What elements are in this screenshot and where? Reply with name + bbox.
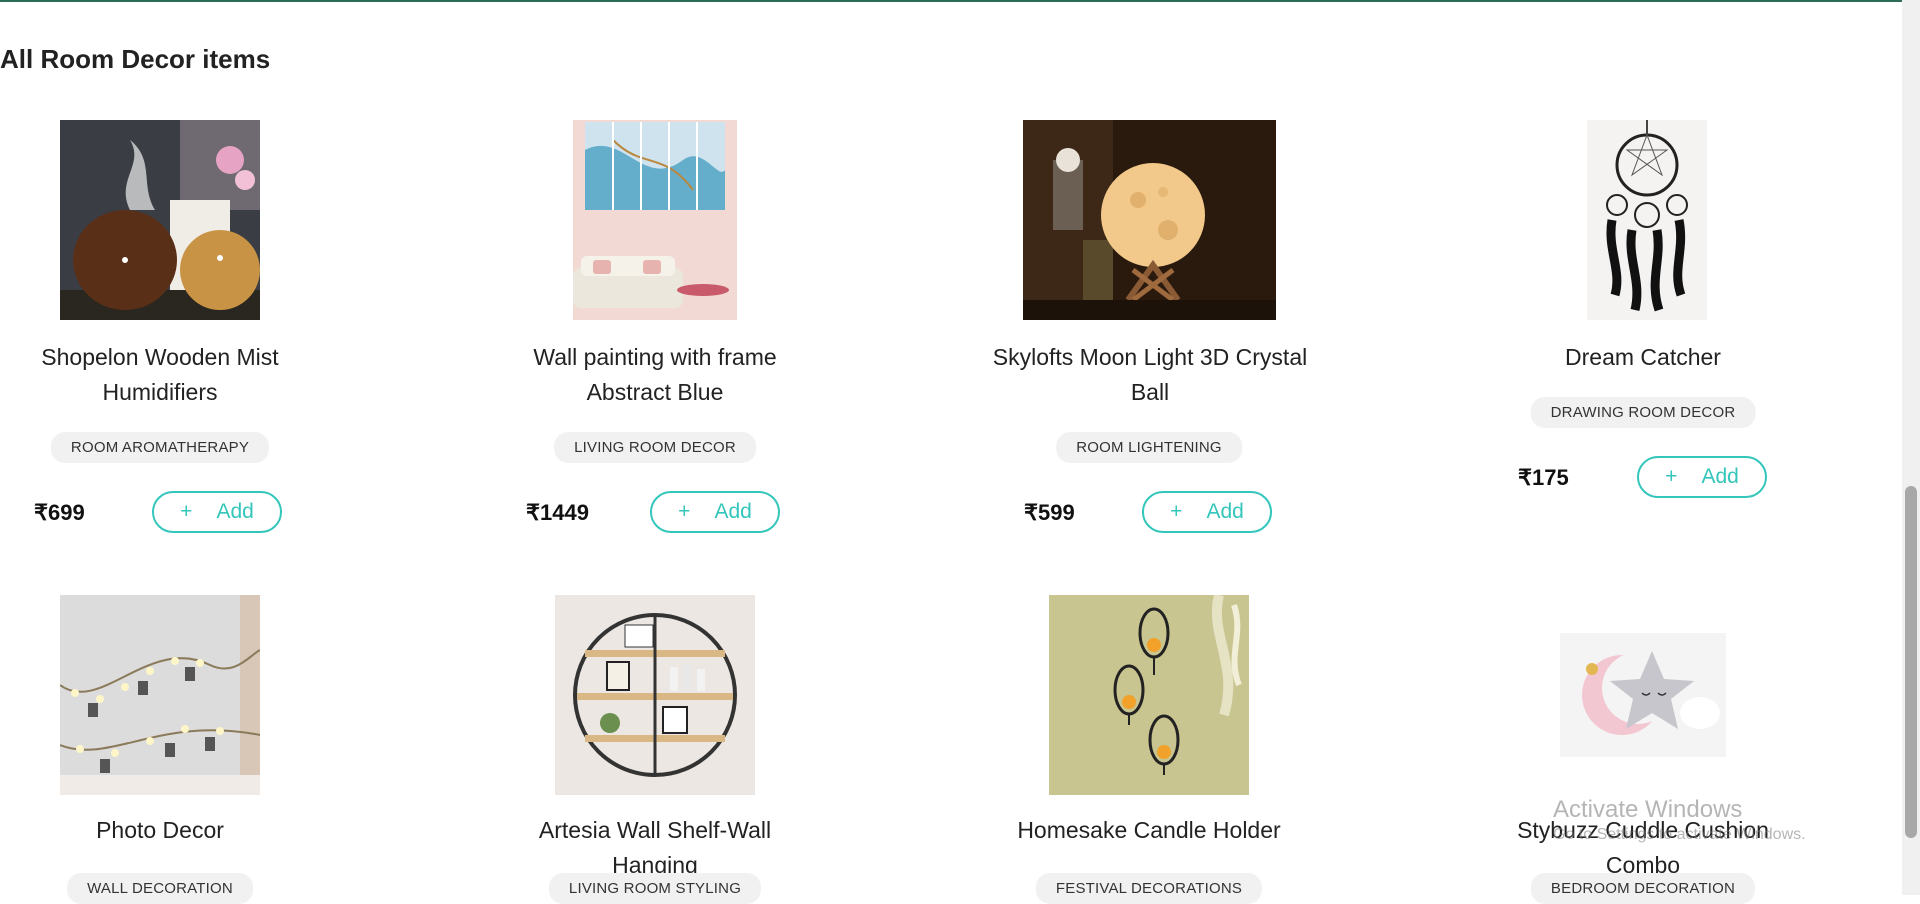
product-title-line1: Wall painting with frame <box>533 344 777 370</box>
product-title-line2: Ball <box>1130 379 1170 405</box>
watermark-subtitle: Go to Settings to activate Windows. <box>1553 826 1806 843</box>
category-badge: ROOM LIGHTENING <box>1056 432 1242 463</box>
product-title: Photo Decor <box>96 817 224 843</box>
add-button-label: Add <box>1206 500 1244 523</box>
product-card[interactable]: Stybuzz Cuddle Cushion Combo BEDROOM DEC… <box>1483 560 1803 904</box>
category-badge: DRAWING ROOM DECOR <box>1530 397 1756 428</box>
add-to-cart-button[interactable]: + Add <box>1637 456 1767 498</box>
cushion-image[interactable] <box>1560 633 1726 757</box>
scrollbar[interactable] <box>1902 0 1920 895</box>
add-to-cart-button[interactable]: + Add <box>1142 491 1272 533</box>
product-title-line1: Dream Catcher <box>1565 344 1721 370</box>
category-badge: WALL DECORATION <box>67 873 253 904</box>
product-price: ₹699 <box>34 500 85 525</box>
add-button-label: Add <box>216 500 254 523</box>
plus-icon: + <box>1665 465 1678 488</box>
plus-icon: + <box>678 500 691 523</box>
product-card[interactable]: Skylofts Moon Light 3D Crystal Ball ROOM… <box>992 0 1308 560</box>
category-badge: ROOM AROMATHERAPY <box>50 432 270 463</box>
wall-painting-image[interactable] <box>573 120 737 320</box>
product-card[interactable]: Artesia Wall Shelf-Wall Hanging LIVING R… <box>495 560 815 904</box>
product-grid: Shopelon Wooden Mist Humidifiers ROOM AR… <box>0 0 1902 904</box>
category-badge: FESTIVAL DECORATIONS <box>1035 873 1263 904</box>
watermark-title: Activate Windows <box>1553 796 1743 823</box>
windows-activation-watermark: Activate Windows Go to Settings to activ… <box>1553 796 1806 844</box>
product-price: ₹1449 <box>526 500 589 525</box>
category-badge: LIVING ROOM STYLING <box>548 873 762 904</box>
product-card[interactable]: Wall painting with frame Abstract Blue L… <box>500 0 810 560</box>
plus-icon: + <box>1170 500 1183 523</box>
product-card[interactable]: Homesake Candle Holder FESTIVAL DECORATI… <box>989 560 1309 904</box>
scrollbar-thumb[interactable] <box>1905 486 1917 838</box>
round-shelf-image[interactable] <box>555 595 755 795</box>
candle-holder-image[interactable] <box>1049 595 1249 795</box>
product-title-line1: Shopelon Wooden Mist <box>41 344 279 370</box>
product-title-line1: Skylofts Moon Light 3D Crystal <box>992 344 1308 370</box>
category-badge: LIVING ROOM DECOR <box>554 432 756 463</box>
category-badge: BEDROOM DECORATION <box>1530 873 1756 904</box>
product-title: Homesake Candle Holder <box>1017 817 1281 843</box>
moon-lamp-image[interactable] <box>1023 120 1276 320</box>
product-title-line2: Humidifiers <box>102 379 218 405</box>
humidifier-image[interactable] <box>60 120 260 320</box>
add-button-label: Add <box>714 500 752 523</box>
product-title-line2: Abstract Blue <box>586 379 724 405</box>
add-to-cart-button[interactable]: + Add <box>650 491 780 533</box>
product-price: ₹599 <box>1024 500 1075 525</box>
product-card[interactable]: Shopelon Wooden Mist Humidifiers ROOM AR… <box>0 0 320 560</box>
product-price: ₹175 <box>1518 465 1569 490</box>
dream-catcher-image[interactable] <box>1587 120 1707 320</box>
product-card[interactable]: Photo Decor WALL DECORATION <box>0 560 320 904</box>
add-to-cart-button[interactable]: + Add <box>152 491 282 533</box>
plus-icon: + <box>180 500 193 523</box>
product-card[interactable]: Dream Catcher DRAWING ROOM DECOR ₹175 + … <box>1487 0 1799 560</box>
photo-lights-image[interactable] <box>60 595 260 795</box>
add-button-label: Add <box>1701 465 1739 488</box>
